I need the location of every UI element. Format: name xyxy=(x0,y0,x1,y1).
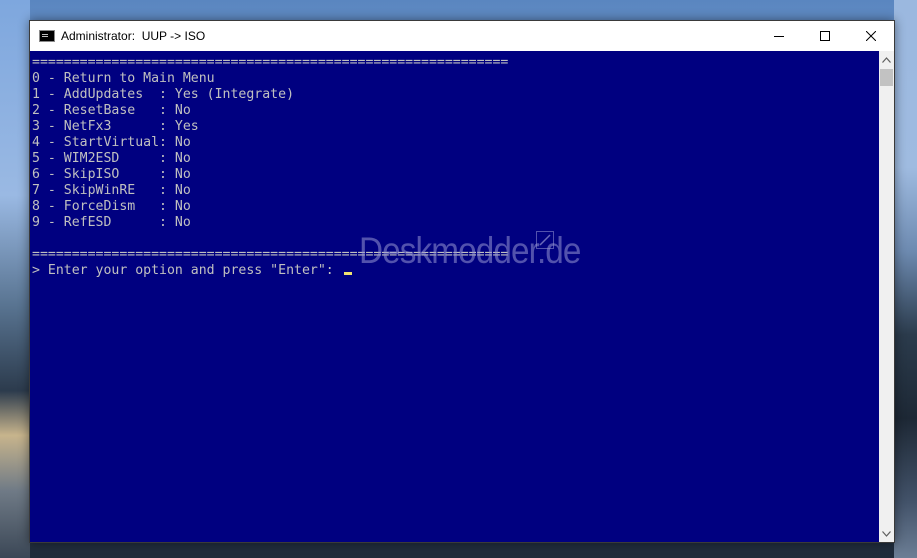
title-bar[interactable]: Administrator: UUP -> ISO xyxy=(30,21,894,51)
vertical-scrollbar[interactable] xyxy=(879,51,894,542)
menu-option-5: 5 - WIM2ESD : No xyxy=(32,151,191,166)
desktop-wallpaper-right xyxy=(894,0,917,558)
console-output[interactable]: ========================================… xyxy=(30,51,879,542)
menu-option-3: 3 - NetFx3 : Yes xyxy=(32,119,199,134)
close-button[interactable] xyxy=(848,21,894,51)
menu-option-1: 1 - AddUpdates : Yes (Integrate) xyxy=(32,87,295,102)
scroll-down-button[interactable] xyxy=(879,525,894,542)
chevron-up-icon xyxy=(882,56,891,63)
cmd-icon xyxy=(39,30,55,42)
text-cursor xyxy=(343,272,352,275)
pencil-icon xyxy=(536,231,554,249)
close-icon xyxy=(866,31,876,41)
menu-option-8: 8 - ForceDism : No xyxy=(32,199,191,214)
menu-option-0: 0 - Return to Main Menu xyxy=(32,71,215,86)
maximize-button[interactable] xyxy=(802,21,848,51)
menu-option-7: 7 - SkipWinRE : No xyxy=(32,183,191,198)
chevron-down-icon xyxy=(882,530,891,537)
menu-option-4: 4 - StartVirtual: No xyxy=(32,135,191,150)
minimize-button[interactable] xyxy=(756,21,802,51)
separator-top: ========================================… xyxy=(32,55,509,70)
menu-option-2: 2 - ResetBase : No xyxy=(32,103,191,118)
menu-option-6: 6 - SkipISO : No xyxy=(32,167,191,182)
scroll-up-button[interactable] xyxy=(879,51,894,68)
window-title: Administrator: UUP -> ISO xyxy=(61,29,206,43)
maximize-icon xyxy=(820,31,830,41)
desktop-wallpaper-left xyxy=(0,0,30,558)
console-window: Administrator: UUP -> ISO ==============… xyxy=(29,20,895,543)
prompt-text: > Enter your option and press "Enter": xyxy=(32,263,342,278)
minimize-icon xyxy=(774,36,784,37)
menu-option-9: 9 - RefESD : No xyxy=(32,215,191,230)
scroll-thumb[interactable] xyxy=(880,69,893,86)
